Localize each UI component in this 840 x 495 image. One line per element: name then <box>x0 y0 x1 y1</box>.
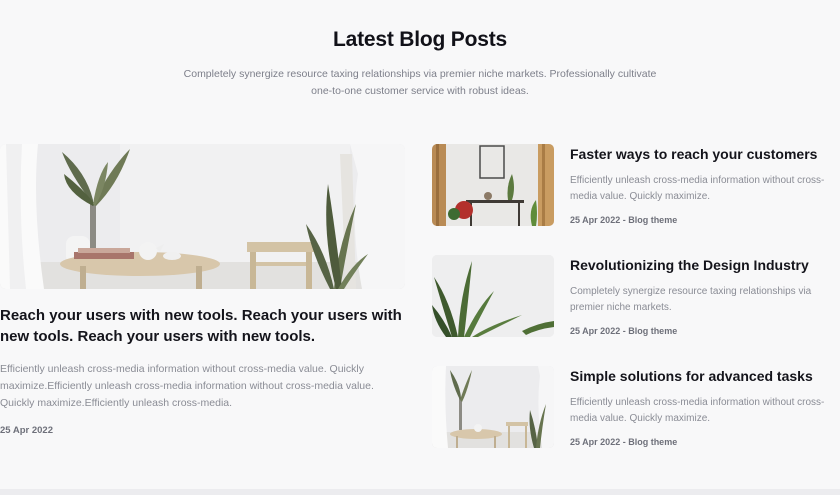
post-title[interactable]: Simple solutions for advanced tasks <box>570 366 840 386</box>
section-subtitle: Completely synergize resource taxing rel… <box>140 66 700 100</box>
post-title[interactable]: Faster ways to reach your customers <box>570 144 840 164</box>
post-body: Faster ways to reach your customers Effi… <box>570 144 840 225</box>
post-body: Revolutionizing the Design Industry Comp… <box>570 255 840 336</box>
post-meta: 25 Apr 2022 - Blog theme <box>570 437 678 447</box>
list-item[interactable]: Faster ways to reach your customers Effi… <box>432 144 840 244</box>
post-image[interactable] <box>432 366 554 448</box>
post-image[interactable] <box>432 255 554 337</box>
post-title[interactable]: Revolutionizing the Design Industry <box>570 255 840 275</box>
featured-post-date: 25 Apr 2022 <box>0 425 53 436</box>
room-interior-photo-icon <box>432 366 554 448</box>
section-title: Latest Blog Posts <box>333 28 507 51</box>
post-description: Completely synergize resource taxing rel… <box>570 286 812 313</box>
featured-post-title[interactable]: Reach your users with new tools. Reach y… <box>0 305 406 347</box>
hallway-console-photo-icon <box>432 144 554 226</box>
plant-leaves-photo-icon <box>432 255 554 337</box>
featured-post-description: Efficiently unleash cross-media informat… <box>0 363 374 409</box>
post-body: Simple solutions for advanced tasks Effi… <box>570 366 840 447</box>
section-header: Latest Blog Posts Completely synergize r… <box>0 28 840 100</box>
post-description: Efficiently unleash cross-media informat… <box>570 397 825 424</box>
post-description: Efficiently unleash cross-media informat… <box>570 175 825 202</box>
list-item[interactable]: Revolutionizing the Design Industry Comp… <box>432 255 840 355</box>
post-image[interactable] <box>432 144 554 226</box>
post-meta: 25 Apr 2022 - Blog theme <box>570 326 678 336</box>
featured-post[interactable]: Reach your users with new tools. Reach y… <box>0 144 406 436</box>
subtitle-line-2: one-to-one customer service with robust … <box>311 85 529 97</box>
bottom-divider <box>0 489 840 495</box>
list-item[interactable]: Simple solutions for advanced tasks Effi… <box>432 366 840 466</box>
subtitle-line-1: Completely synergize resource taxing rel… <box>183 68 657 80</box>
room-interior-photo-icon <box>0 144 405 289</box>
post-meta: 25 Apr 2022 - Blog theme <box>570 215 678 225</box>
featured-post-image[interactable] <box>0 144 405 289</box>
